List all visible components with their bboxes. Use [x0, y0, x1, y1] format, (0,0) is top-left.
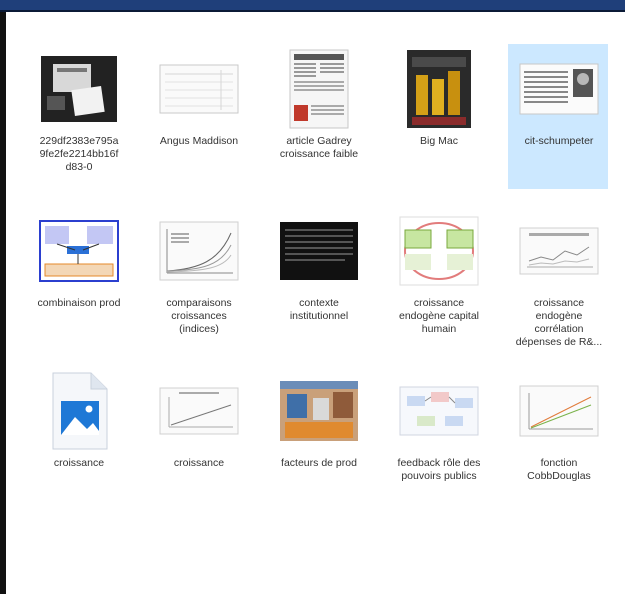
file-item[interactable]: comparaisons croissances (indices): [148, 206, 248, 351]
file-item[interactable]: feedback rôle des pouvoirs publics: [388, 366, 488, 511]
file-row: combinaison prod comparaisons croissance…: [18, 206, 625, 356]
scatter-thumbnail-icon: [519, 211, 599, 291]
file-item[interactable]: contexte institutionnel: [268, 206, 368, 351]
file-name: comparaisons croissances (indices): [166, 297, 232, 335]
photo-thumbnail-icon: [399, 49, 479, 129]
photo-thumbnail-icon: [279, 371, 359, 451]
file-name: croissance: [53, 457, 105, 469]
quote-thumbnail-icon: [519, 49, 599, 129]
file-name: cit-schumpeter: [524, 135, 594, 147]
diagram-thumbnail-icon: [399, 371, 479, 451]
file-view-area: 229df2383e795a 9fe2fe2214bb16f d83-0 Ang…: [8, 14, 625, 594]
file-item[interactable]: article Gadrey croissance faible: [268, 44, 368, 189]
file-item[interactable]: croissance endogène corrélation dépenses…: [508, 206, 608, 351]
image-thumbnail-icon: [39, 49, 119, 129]
file-item[interactable]: facteurs de prod: [268, 366, 368, 511]
dark-text-thumbnail-icon: [279, 211, 359, 291]
file-explorer-window: 229df2383e795a 9fe2fe2214bb16f d83-0 Ang…: [0, 0, 625, 594]
file-name: Angus Maddison: [159, 135, 239, 147]
file-item[interactable]: Big Mac: [388, 44, 488, 189]
file-name: feedback rôle des pouvoirs publics: [397, 457, 481, 482]
image-file-icon: [39, 371, 119, 451]
file-item[interactable]: combinaison prod: [28, 206, 128, 351]
file-name: contexte institutionnel: [289, 297, 349, 322]
file-name: fonction CobbDouglas: [527, 457, 591, 482]
file-item[interactable]: croissance: [148, 366, 248, 511]
file-item[interactable]: 229df2383e795a 9fe2fe2214bb16f d83-0: [28, 44, 128, 189]
file-name: facteurs de prod: [281, 457, 357, 469]
file-name: 229df2383e795a 9fe2fe2214bb16f d83-0: [39, 135, 119, 173]
file-item-selected[interactable]: cit-schumpeter: [508, 44, 608, 189]
file-item[interactable]: croissance endogène capital humain: [388, 206, 488, 351]
file-name: croissance endogène corrélation dépenses…: [515, 297, 603, 348]
diagram-thumbnail-icon: [399, 211, 479, 291]
line-chart-thumbnail-icon: [159, 211, 239, 291]
line-chart-thumbnail-icon: [519, 371, 599, 451]
diagram-thumbnail-icon: [39, 211, 119, 291]
file-row: 229df2383e795a 9fe2fe2214bb16f d83-0 Ang…: [18, 44, 625, 194]
line-chart-thumbnail-icon: [159, 371, 239, 451]
file-name: article Gadrey croissance faible: [279, 135, 359, 160]
table-thumbnail-icon: [159, 49, 239, 129]
file-row: croissance croissance facteurs de prod f…: [18, 366, 625, 516]
file-name: Big Mac: [420, 135, 458, 147]
file-item[interactable]: croissance: [28, 366, 128, 511]
document-thumbnail-icon: [279, 49, 359, 129]
file-name: croissance endogène capital humain: [399, 297, 479, 335]
file-name: combinaison prod: [37, 297, 121, 309]
file-name: croissance: [173, 457, 225, 469]
window-title-strip: [0, 0, 625, 12]
file-item[interactable]: fonction CobbDouglas: [508, 366, 608, 511]
window-left-border: [0, 12, 8, 594]
file-item[interactable]: Angus Maddison: [148, 44, 248, 189]
